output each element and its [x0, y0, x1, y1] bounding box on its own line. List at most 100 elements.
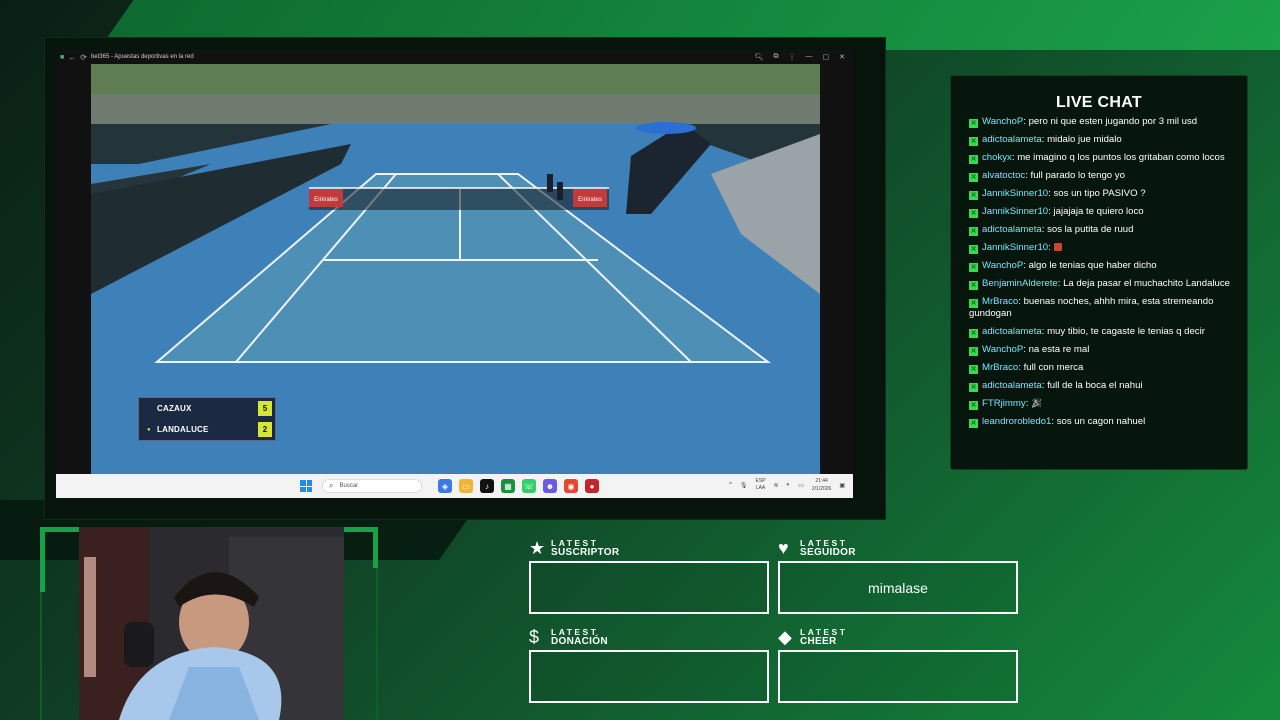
search-placeholder: Buscar	[339, 483, 359, 489]
browser-title: bet365 - Apuestas deportivas en la red	[90, 54, 194, 60]
court-banner-right: Emirates	[578, 197, 602, 203]
chat-messages: ✕ WanchoP: pero ni que esten jugando por …	[969, 116, 1233, 434]
scoreboard: CAZAUX 5 ● LANDALUCE 2	[138, 397, 276, 441]
taskbar-search[interactable]: ⌕ Buscar	[322, 479, 422, 493]
chat-username[interactable]: WanchoP	[982, 116, 1023, 127]
serving-dot-icon: ●	[147, 426, 151, 433]
chat-username[interactable]: adictoalameta	[982, 380, 1042, 391]
record-app-icon[interactable]: ●	[585, 479, 599, 493]
chat-message: ✕ chokyx: me imagino q los puntos los gri…	[969, 152, 1233, 164]
chat-message: ✕ JannikSinner10: sos un tipo PASIVO ?	[969, 188, 1233, 200]
diamond-icon: ◆	[778, 627, 792, 647]
tiktok-icon[interactable]: ♪	[480, 479, 494, 493]
chat-username[interactable]: WanchoP	[982, 344, 1023, 355]
chat-text: : muy tibio, te cagaste le tenias q deci…	[1041, 325, 1205, 337]
copilot-icon[interactable]: ◈	[438, 479, 452, 493]
chat-badge-icon: ✕	[969, 346, 978, 356]
chat-message: ✕ MrBraco: buenas noches, ahhh mira, esta…	[969, 296, 1233, 320]
volume-icon[interactable]: 🔈︎	[787, 482, 791, 489]
star-icon: ★	[529, 538, 546, 558]
chat-badge-icon: ✕	[969, 191, 978, 200]
chat-username[interactable]: WanchoP	[982, 260, 1023, 271]
maximize-icon[interactable]: ▢	[823, 53, 830, 61]
chat-text: : algo le tenias que haber dicho	[1023, 260, 1157, 271]
chat-badge-icon: ✕	[969, 382, 978, 392]
chat-message: ✕ FTRjimmy: 🎉︎	[969, 398, 1233, 410]
latest-suscriptor-box	[529, 561, 769, 614]
chat-username[interactable]: MrBraco	[982, 362, 1018, 373]
player-score: 5	[258, 401, 272, 416]
video-letterbox-right	[820, 64, 853, 474]
chat-username[interactable]: JannikSinner10	[982, 242, 1048, 253]
chat-username[interactable]: JannikSinner10	[982, 206, 1048, 217]
chat-title: LIVE CHAT	[1056, 94, 1142, 111]
chat-badge-icon: ✕	[969, 263, 978, 272]
chrome-icon[interactable]: ◉	[564, 479, 578, 493]
chat-text: : sos un cagon nahuel	[1051, 415, 1146, 427]
chat-text: :	[1048, 242, 1051, 253]
chat-message: ✕ adictoalameta: full de la boca el nahui	[969, 380, 1233, 392]
live-chat-panel: LIVE CHAT ✕ WanchoP: pero ni que esten ju…	[950, 75, 1248, 470]
chat-username[interactable]: FTRjimmy	[982, 398, 1026, 409]
taskbar-clock[interactable]: 21:44 2/1/2026	[812, 477, 831, 493]
chat-text: : me imagino q los puntos los gritaban c…	[1011, 152, 1225, 163]
windows-start-icon[interactable]	[300, 480, 312, 492]
chat-username[interactable]: JannikSinner10	[982, 188, 1048, 199]
player-name: LANDALUCE	[157, 425, 209, 434]
chat-username[interactable]: adictoalameta	[982, 134, 1042, 145]
system-tray: ^ 🎙︎ ESP LAA ≋ 🔈︎ ▭ 21:44 2/1/2026 ▣	[729, 477, 845, 493]
chat-username[interactable]: chokyx	[982, 152, 1012, 163]
reload-icon[interactable]: ⟳	[80, 53, 87, 62]
chat-text: : sos la putita de ruud	[1041, 224, 1134, 235]
language-indicator[interactable]: ESP LAA	[756, 478, 766, 492]
zoom-icon[interactable]: 🔍︎	[755, 53, 764, 61]
chat-text: : sos un tipo PASIVO ?	[1048, 188, 1146, 199]
chat-message: ✕ JannikSinner10: jajajaja te quiero loco	[969, 206, 1233, 218]
chat-text: : na esta re mal	[1023, 343, 1090, 355]
battery-icon[interactable]: ▭	[798, 482, 804, 489]
chat-username[interactable]: alvatoctoc	[982, 170, 1025, 181]
chat-text: : pero ni que esten jugando por 3 mil us…	[1023, 116, 1198, 127]
bet365-app-icon[interactable]: ▦	[501, 479, 515, 493]
chat-message: ✕ leandrorobledo1: sos un cagon nahuel	[969, 416, 1233, 428]
chat-message: ✕ adictoalameta: sos la putita de ruud	[969, 224, 1233, 236]
chat-text: : full con merca	[1018, 361, 1084, 373]
chat-badge-icon: ✕	[969, 155, 978, 164]
file-explorer-icon[interactable]: ▭	[459, 479, 473, 493]
chat-message: ✕ WanchoP: na esta re mal	[969, 344, 1233, 356]
chat-message: ✕ MrBraco: full con merca	[969, 362, 1233, 374]
chat-badge-icon: ✕	[969, 209, 978, 218]
microphone-icon[interactable]: 🎙︎	[740, 482, 748, 489]
teams-icon[interactable]: ☻	[543, 479, 557, 493]
chat-username[interactable]: leandrorobledo1	[982, 416, 1051, 427]
extensions-icon[interactable]: ⧉	[774, 53, 779, 61]
chat-username[interactable]: adictoalameta	[982, 224, 1042, 235]
whatsapp-icon[interactable]: ☏	[522, 479, 536, 493]
chat-badge-icon: ✕	[969, 119, 978, 128]
chat-badge-icon: ✕	[969, 281, 978, 290]
minimize-icon[interactable]: —	[806, 53, 813, 61]
chat-text: : jajajaja te quiero loco	[1048, 206, 1144, 217]
chat-badge-icon: ✕	[969, 227, 978, 236]
chevron-up-icon[interactable]: ^	[729, 482, 732, 488]
windows-taskbar: ⌕ Buscar ◈ ▭ ♪ ▦ ☏ ☻ ◉ ● ^ 🎙︎ ESP LAA ≋ …	[56, 474, 853, 498]
chat-username[interactable]: BenjaminAlderete	[982, 278, 1058, 289]
chat-username[interactable]: adictoalameta	[982, 326, 1042, 337]
search-icon: ⌕	[329, 481, 334, 490]
close-icon[interactable]: ✕	[839, 53, 845, 61]
notifications-icon[interactable]: ▣	[839, 482, 845, 489]
latest-suscriptor: ★ LATEST SUSCRIPTOR	[529, 537, 769, 614]
chat-message: ✕ adictoalameta: midalo jue midalo	[969, 134, 1233, 146]
latest-cheer-box	[778, 650, 1018, 703]
chat-username[interactable]: MrBraco	[982, 296, 1018, 307]
back-arrow-icon[interactable]: ←	[68, 53, 76, 62]
chat-text: : La deja pasar el muchachito Landaluce	[1057, 278, 1231, 289]
chat-message: ✕ WanchoP: algo le tenias que haber dicho	[969, 260, 1233, 272]
menu-dots-icon[interactable]: ⋮	[789, 53, 796, 61]
chat-badge-icon: ✕	[969, 245, 978, 254]
chat-text: : midalo jue midalo	[1041, 134, 1122, 145]
browser-titlebar: ■ ← ⟳ bet365 - Apuestas deportivas en la…	[56, 50, 853, 64]
chat-message: ✕ BenjaminAlderete: La deja pasar el much…	[969, 278, 1233, 290]
video-letterbox-left	[56, 64, 91, 474]
wifi-icon[interactable]: ≋	[774, 482, 779, 489]
